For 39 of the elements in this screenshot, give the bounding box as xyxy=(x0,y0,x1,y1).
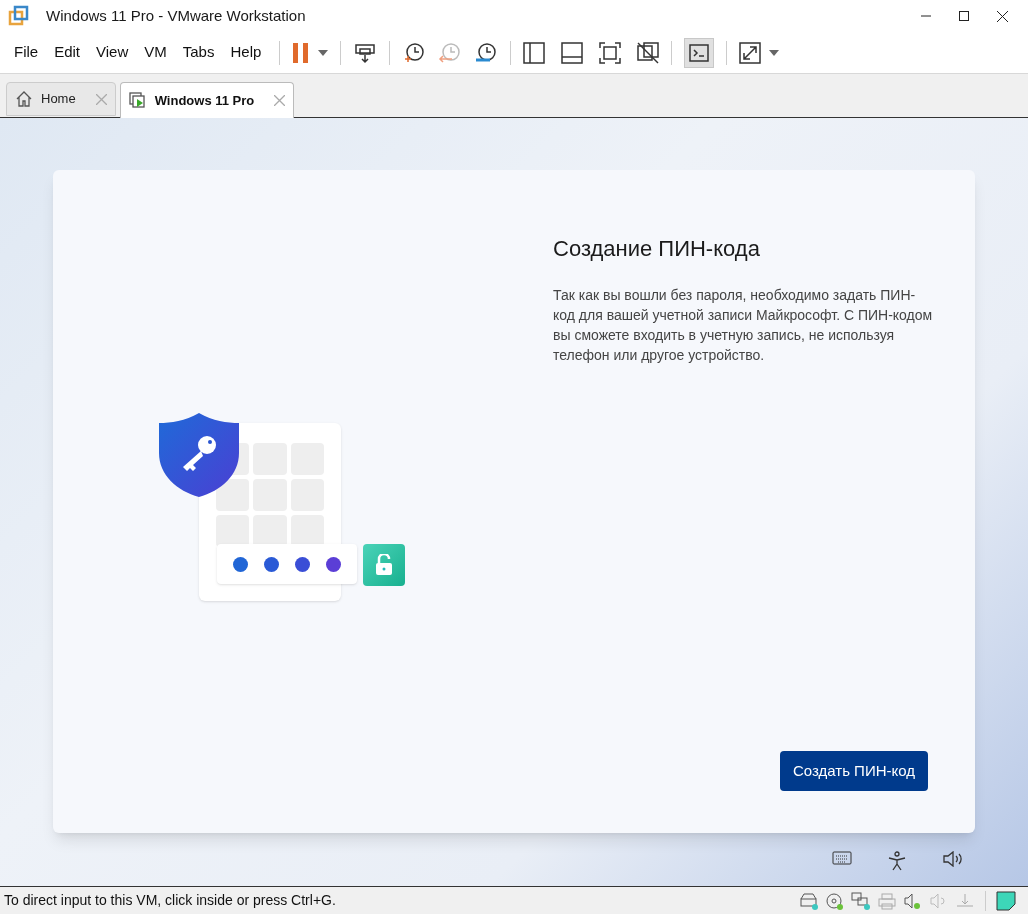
menu-item[interactable]: File xyxy=(8,41,45,64)
close-icon[interactable] xyxy=(997,10,1008,22)
home-icon xyxy=(15,90,33,108)
menu-item[interactable]: Tabs xyxy=(176,41,221,64)
snapshot-icon[interactable] xyxy=(402,40,427,65)
note-icon[interactable] xyxy=(996,890,1016,911)
thumbnail-bar-icon[interactable] xyxy=(561,41,584,64)
keyboard-icon[interactable] xyxy=(832,851,852,865)
speaker-icon[interactable] xyxy=(942,851,964,867)
status-text: To direct input to this VM, click inside or press Ctrl+G. xyxy=(4,891,336,910)
tab[interactable]: Home xyxy=(6,82,116,116)
stretch-icon[interactable] xyxy=(739,41,762,64)
setup-heading: Создание ПИН-кода xyxy=(553,235,761,263)
console-icon xyxy=(689,43,710,62)
full-screen-icon[interactable] xyxy=(599,41,622,64)
vm-icon xyxy=(128,91,147,110)
pause-icon[interactable] xyxy=(292,41,311,64)
setup-description: Так как вы вошли без пароля, необходимо задать ПИН-код для вашей учетной записи Майкрософт. С ПИН-кодом вы сможете входить в учетную запись, не используя телефон или другое устройство. xyxy=(553,286,933,365)
hard-disk-icon[interactable] xyxy=(799,891,819,910)
caret-icon[interactable] xyxy=(318,49,329,56)
window-title: Windows 11 Pro - VMware Workstation xyxy=(46,5,306,26)
accessibility-icon[interactable] xyxy=(888,851,906,871)
menu-item[interactable]: View xyxy=(90,41,135,64)
snapshot-manager-icon[interactable] xyxy=(474,40,499,65)
revert-snapshot-icon xyxy=(438,40,463,65)
create-pin-button[interactable]: Создать ПИН-код xyxy=(779,751,928,791)
sound-card-icon[interactable] xyxy=(903,891,923,910)
sidebar-icon[interactable] xyxy=(523,41,546,64)
unity-icon[interactable] xyxy=(637,41,660,64)
cd-drive-icon[interactable] xyxy=(825,891,845,910)
menu-item[interactable]: Help xyxy=(224,41,268,64)
tab[interactable]: Windows 11 Pro xyxy=(119,82,295,118)
caret-icon[interactable] xyxy=(769,49,780,56)
console-view-button[interactable] xyxy=(684,37,715,68)
menu-item[interactable]: Edit xyxy=(48,41,87,64)
maximize-icon[interactable] xyxy=(959,11,969,21)
network-icon[interactable] xyxy=(851,891,871,910)
app-logo-icon xyxy=(8,5,30,27)
menu-item[interactable]: VM xyxy=(138,41,173,64)
